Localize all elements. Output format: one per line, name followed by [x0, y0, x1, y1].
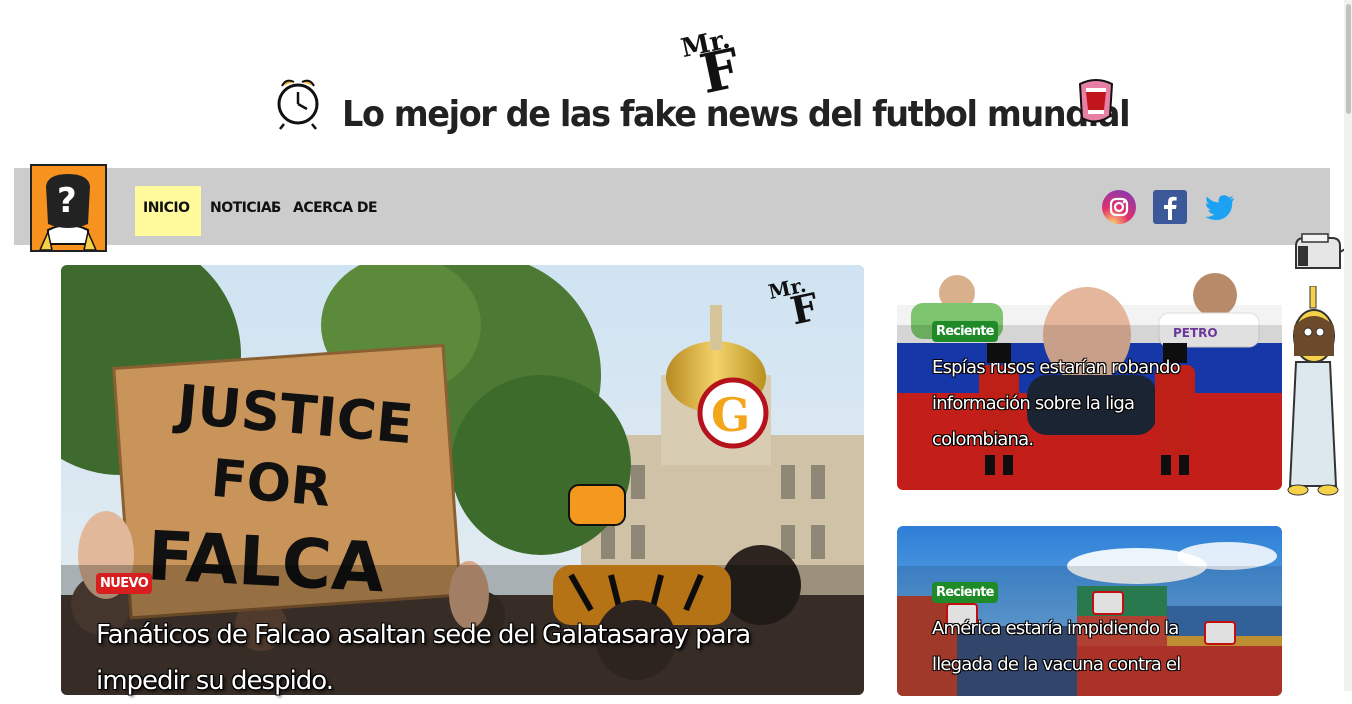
badge-reciente-2: Reciente: [932, 582, 998, 603]
site-tagline: Lo mejor de las fake news del futbol mun…: [342, 94, 1131, 135]
toaster-icon: [1295, 233, 1348, 269]
side-article-2-title[interactable]: América estaría impidiendo la llegada de…: [932, 611, 1222, 683]
side-article-1-title[interactable]: Espías rusos estarían robando informació…: [932, 350, 1222, 458]
nav-inicio[interactable]: INICIO: [135, 186, 201, 236]
scrollbar-thumb[interactable]: [1346, 4, 1351, 114]
nav-separator: I: [271, 200, 276, 216]
svg-text:?: ?: [57, 181, 77, 221]
screaming-mouth-icon: [1078, 79, 1114, 123]
header-tagline-row: Lo mejor de las fake news del futbol mun…: [270, 72, 1131, 142]
svg-text:G: G: [711, 388, 750, 442]
alarm-clock-icon: [277, 79, 319, 130]
facebook-icon[interactable]: [1153, 190, 1187, 224]
badge-nuevo: NUEVO: [96, 573, 153, 594]
hero-article-title[interactable]: Fanáticos de Falcao asaltan sede del Gal…: [96, 612, 816, 704]
svg-text:FOR: FOR: [209, 449, 334, 519]
badge-reciente-1: Reciente: [932, 321, 998, 342]
instagram-icon[interactable]: [1102, 190, 1136, 224]
twitter-icon[interactable]: [1203, 190, 1237, 224]
avatar-illustration: ?: [32, 166, 105, 250]
nav-acerca-de[interactable]: ACERCA DE: [293, 186, 378, 236]
cartoon-figure-icon: [1287, 286, 1339, 496]
mystery-avatar[interactable]: ?: [30, 164, 107, 252]
